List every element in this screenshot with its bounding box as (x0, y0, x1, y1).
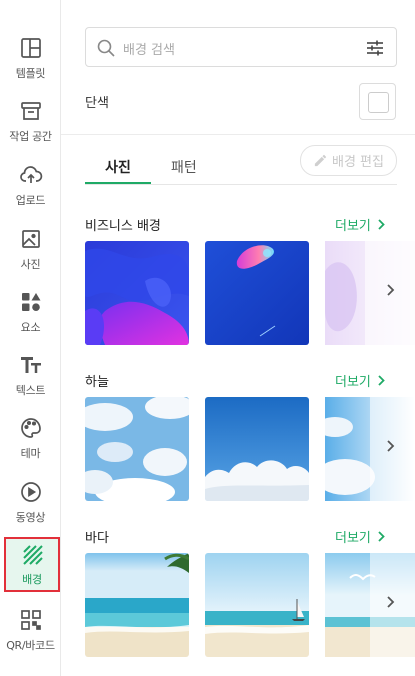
image-icon (21, 230, 40, 248)
sidebar-item-background[interactable]: 배경 (4, 537, 60, 592)
sidebar-item-upload[interactable]: 업로드 (0, 157, 61, 219)
more-label: 더보기 (335, 375, 371, 390)
tab-photos[interactable]: 사진 (85, 157, 151, 184)
more-link-sky[interactable]: 더보기 (335, 371, 385, 390)
sidebar-item-label: 테마 (20, 447, 41, 460)
sidebar-item-label: 업로드 (15, 194, 46, 207)
palette-icon (20, 418, 41, 438)
thumbnail-sea-1[interactable] (85, 553, 189, 657)
section-title-sky: 하늘 (85, 375, 109, 390)
more-label: 더보기 (335, 219, 371, 234)
sidebar-item-label: 배경 (22, 573, 42, 586)
search-icon (97, 39, 115, 57)
search-placeholder: 배경 검색 (123, 43, 175, 58)
play-circle-icon (20, 482, 41, 502)
background-panel: 배경 검색 단색 사진 패턴 배경 편집 비즈니스 배경 더보기 하늘 더보기 … (61, 0, 415, 676)
sidebar-item-label: 사진 (20, 258, 41, 271)
sidebar-item-label: 요소 (20, 321, 41, 334)
archive-icon (20, 102, 41, 120)
edit-background-label: 배경 편집 (332, 155, 384, 170)
chevron-right-icon (378, 219, 385, 230)
qr-code-icon (20, 610, 41, 630)
sidebar-item-text[interactable]: 텍스트 (0, 347, 61, 409)
more-label: 더보기 (335, 531, 371, 546)
next-arrow-icon[interactable] (385, 283, 395, 297)
sidebar-item-qr-barcode[interactable]: QR/바코드 (0, 602, 61, 664)
sidebar-item-templates[interactable]: 템플릿 (0, 30, 61, 92)
next-arrow-icon[interactable] (385, 439, 395, 453)
sidebar-item-elements[interactable]: 요소 (0, 284, 61, 346)
chevron-right-icon (378, 375, 385, 386)
edit-background-button[interactable]: 배경 편집 (300, 145, 397, 176)
thumbnail-business-2[interactable] (205, 241, 309, 345)
chevron-right-icon (378, 531, 385, 542)
pencil-icon (314, 154, 327, 167)
layout-icon (20, 38, 41, 58)
search-input[interactable]: 배경 검색 (85, 27, 397, 67)
solid-color-swatch[interactable] (359, 83, 396, 120)
text-icon (20, 357, 41, 373)
sidebar-item-theme[interactable]: 테마 (0, 410, 61, 472)
background-panel-app: 템플릿 작업 공간 업로드 사진 요소 텍스트 테마 동영상 배경 QR/바코드… (0, 0, 415, 676)
sidebar-item-photos[interactable]: 사진 (0, 221, 61, 283)
tab-patterns[interactable]: 패턴 (171, 157, 197, 177)
background-pattern-icon (23, 545, 43, 565)
next-arrow-icon[interactable] (385, 595, 395, 609)
divider (61, 134, 415, 135)
cloud-upload-icon (19, 166, 42, 183)
thumbnail-sea-3-peek[interactable] (325, 553, 415, 657)
sidebar-item-workspace[interactable]: 작업 공간 (0, 93, 61, 155)
thumbnail-sea-2[interactable] (205, 553, 309, 657)
thumbnail-business-1[interactable] (85, 241, 189, 345)
section-title-business: 비즈니스 배경 (85, 219, 161, 234)
shapes-icon (21, 293, 40, 311)
section-title-sea: 바다 (85, 531, 109, 546)
thumbnail-business-3-peek[interactable] (325, 241, 415, 345)
sidebar-item-label: QR/바코드 (6, 639, 55, 652)
solid-color-label: 단색 (85, 96, 109, 111)
filter-sliders-icon[interactable] (366, 39, 384, 57)
sidebar-item-label: 동영상 (15, 511, 46, 524)
sidebar: 템플릿 작업 공간 업로드 사진 요소 텍스트 테마 동영상 배경 QR/바코드 (0, 0, 61, 676)
sidebar-item-label: 텍스트 (15, 384, 46, 397)
thumbnail-sky-2[interactable] (205, 397, 309, 501)
sidebar-item-label: 작업 공간 (9, 130, 52, 143)
more-link-business[interactable]: 더보기 (335, 215, 385, 234)
more-link-sea[interactable]: 더보기 (335, 527, 385, 546)
thumbnail-sky-3-peek[interactable] (325, 397, 415, 501)
sidebar-item-label: 템플릿 (15, 67, 46, 80)
sidebar-item-video[interactable]: 동영상 (0, 474, 61, 536)
thumbnail-sky-1[interactable] (85, 397, 189, 501)
